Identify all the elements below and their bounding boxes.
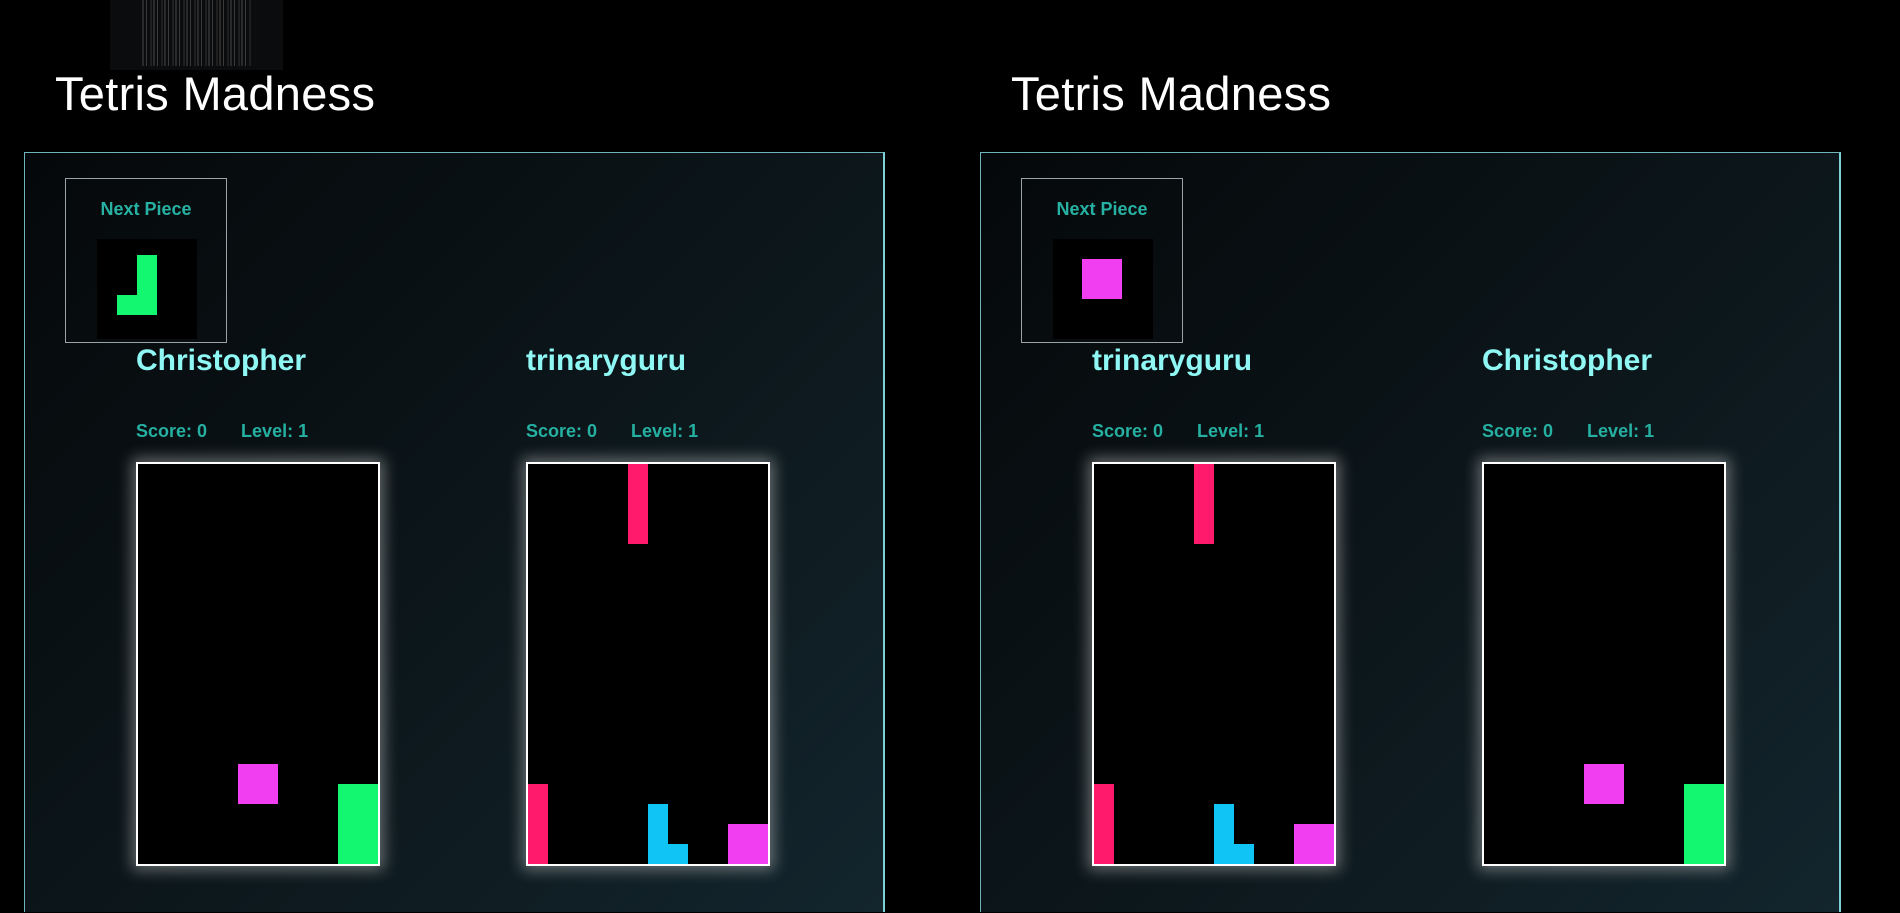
score-label: Score: 0 bbox=[526, 421, 598, 441]
tetris-board[interactable] bbox=[136, 462, 380, 866]
player-stats: Score: 0 Level: 1 bbox=[526, 421, 698, 442]
player-name: Christopher bbox=[1482, 344, 1653, 377]
page-title: Tetris Madness bbox=[55, 67, 376, 120]
o-piece-icon bbox=[728, 824, 768, 864]
i-piece-icon bbox=[628, 464, 648, 544]
l-piece-icon bbox=[1684, 784, 1724, 864]
o-piece-icon bbox=[238, 764, 278, 804]
game-view-right: Tetris Madness Next Piece trinaryguru Sc… bbox=[956, 0, 1856, 912]
level-label: Level: 1 bbox=[241, 421, 309, 441]
i-piece-icon bbox=[528, 784, 548, 864]
l-piece-icon bbox=[338, 784, 378, 864]
level-label: Level: 1 bbox=[631, 421, 699, 441]
l-piece-block bbox=[668, 844, 688, 864]
player-name: Christopher bbox=[136, 344, 307, 377]
i-piece-icon bbox=[1094, 784, 1114, 864]
o-piece-icon bbox=[1584, 764, 1624, 804]
player-name: trinaryguru bbox=[1092, 344, 1253, 377]
player-christopher: Christopher Score: 0 Level: 1 bbox=[136, 153, 396, 913]
player-stats: Score: 0 Level: 1 bbox=[1482, 421, 1654, 442]
l-piece-block bbox=[1234, 844, 1254, 864]
player-stats: Score: 0 Level: 1 bbox=[136, 421, 308, 442]
next-piece-block bbox=[117, 295, 137, 315]
level-label: Level: 1 bbox=[1587, 421, 1655, 441]
page-title: Tetris Madness bbox=[1011, 67, 1332, 120]
l-piece-block bbox=[1214, 804, 1234, 864]
tetris-board[interactable] bbox=[1482, 462, 1726, 866]
o-piece-icon bbox=[1294, 824, 1334, 864]
score-label: Score: 0 bbox=[1482, 421, 1554, 441]
player-name: trinaryguru bbox=[526, 344, 687, 377]
game-view-left: Tetris Madness Next Piece Christopher Sc… bbox=[0, 0, 900, 912]
player-trinaryguru: trinaryguru Score: 0 Level: 1 bbox=[1092, 153, 1352, 913]
level-label: Level: 1 bbox=[1197, 421, 1265, 441]
player-stats: Score: 0 Level: 1 bbox=[1092, 421, 1264, 442]
game-panel: Next Piece Christopher Score: 0 Level: 1 … bbox=[24, 152, 885, 912]
player-christopher: Christopher Score: 0 Level: 1 bbox=[1482, 153, 1742, 913]
tetris-board[interactable] bbox=[526, 462, 770, 866]
score-label: Score: 0 bbox=[1092, 421, 1164, 441]
l-piece-block bbox=[648, 804, 668, 864]
i-piece-icon bbox=[1194, 464, 1214, 544]
tetris-board[interactable] bbox=[1092, 462, 1336, 866]
player-trinaryguru: trinaryguru Score: 0 Level: 1 bbox=[526, 153, 786, 913]
score-label: Score: 0 bbox=[136, 421, 208, 441]
game-panel: Next Piece trinaryguru Score: 0Level: 1 bbox=[980, 152, 1841, 912]
